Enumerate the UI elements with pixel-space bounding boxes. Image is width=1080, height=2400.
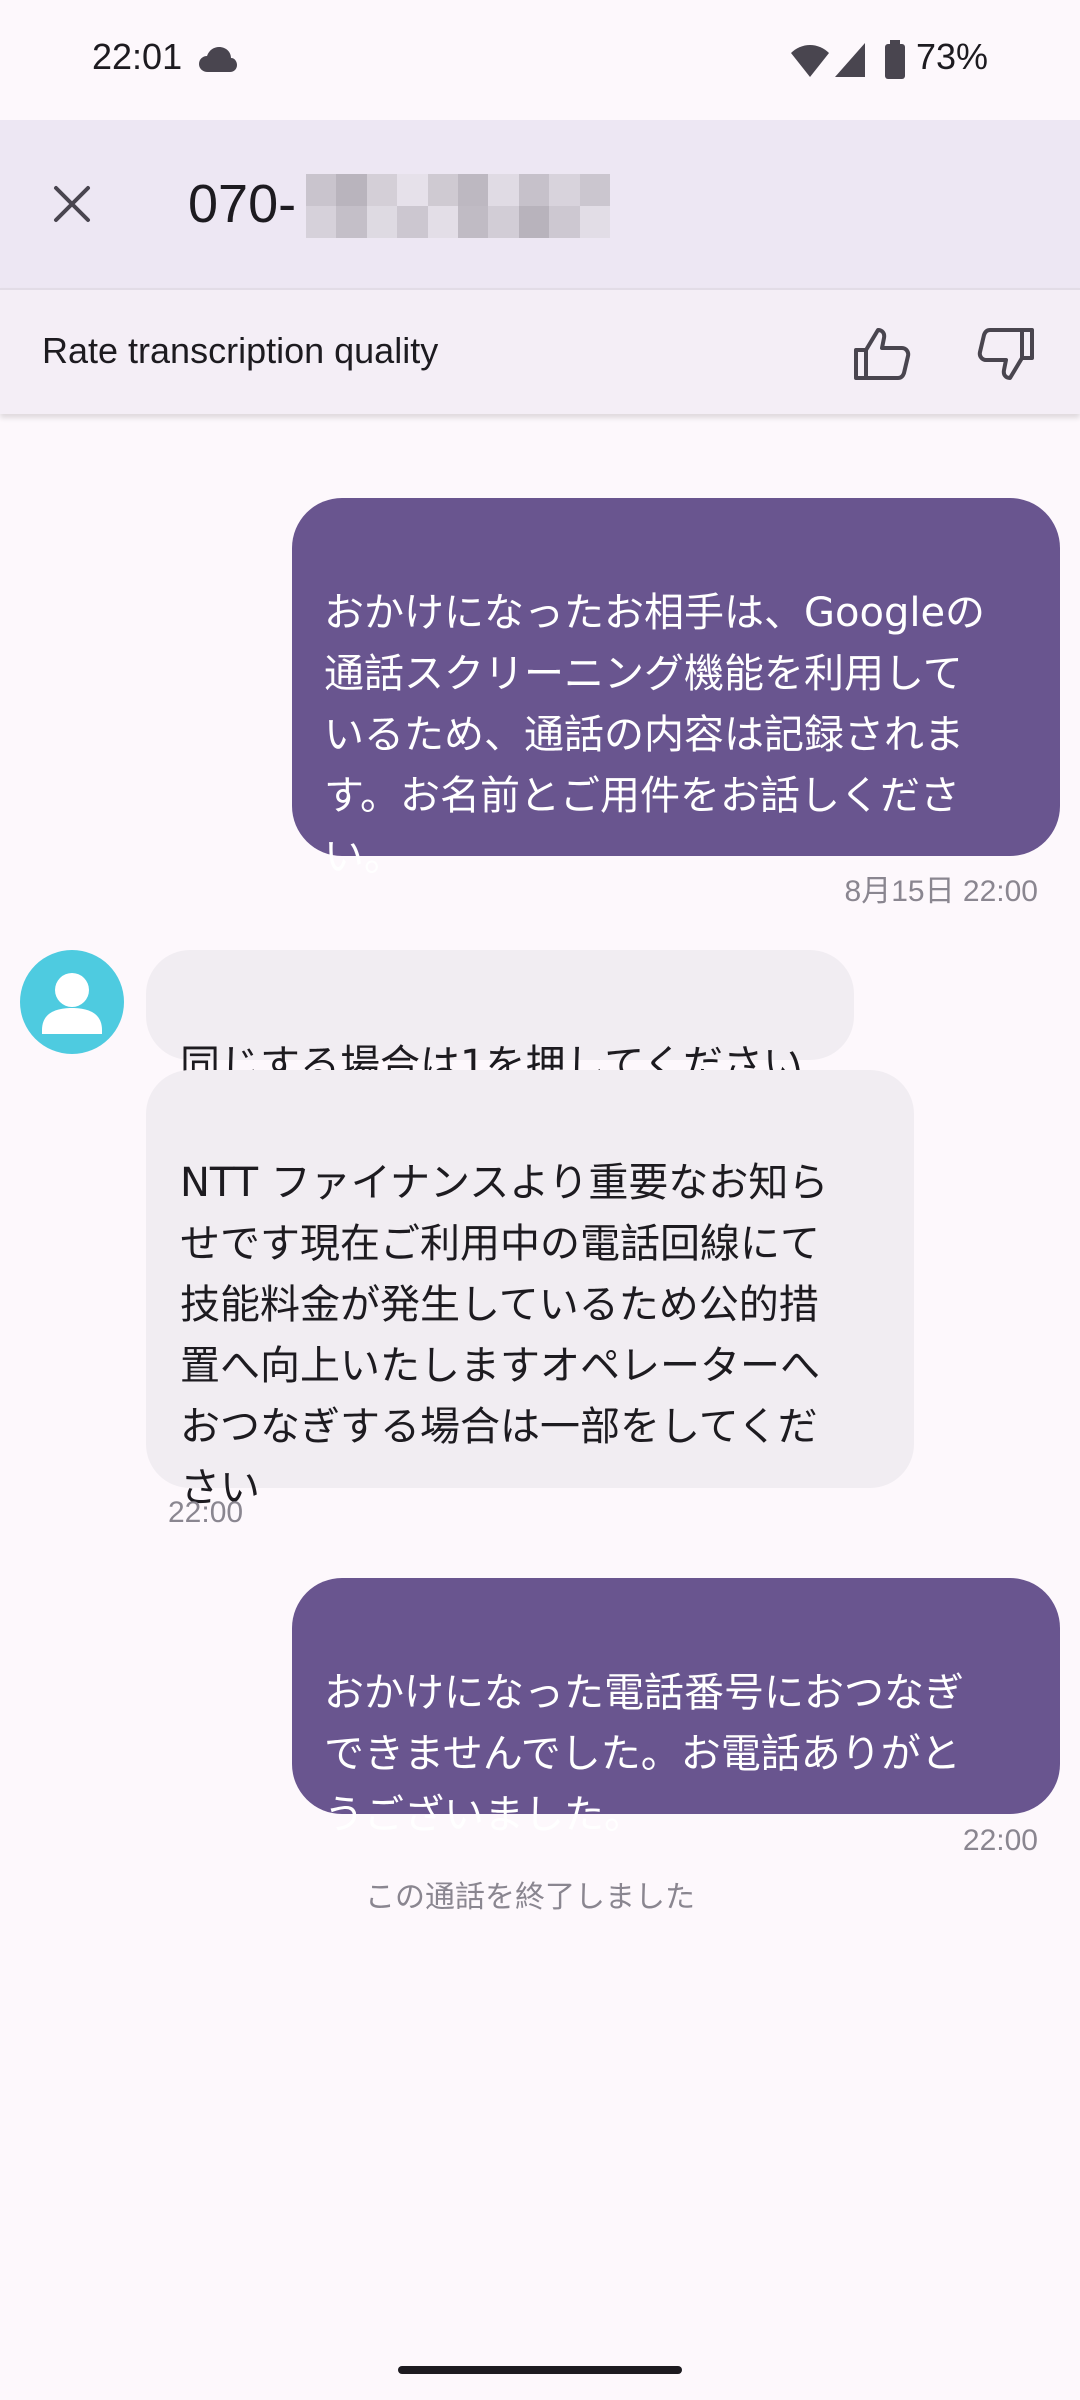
message-timestamp: 8月15日 22:00 — [844, 875, 1038, 908]
incoming-message: 同じする場合は1を押してください — [146, 950, 854, 1088]
thumbs-down-icon — [977, 328, 1034, 380]
close-button[interactable] — [36, 168, 108, 240]
home-indicator[interactable] — [398, 2366, 682, 2374]
person-icon — [42, 973, 102, 1034]
thumbs-down-button[interactable] — [966, 314, 1046, 394]
battery-icon — [885, 40, 905, 79]
message-text: おかけになったお相手は、Googleの 通話スクリーニング機能を利用して いるた… — [324, 590, 986, 880]
status-battery: 73% — [916, 36, 989, 77]
call-ended-notice: この通話を終了しました — [365, 1880, 695, 1915]
thumbs-up-button[interactable] — [842, 314, 922, 394]
redacted-number-mosaic — [306, 174, 610, 238]
rate-transcription-bar: Rate transcription quality — [0, 288, 1080, 414]
message-timestamp: 22:00 — [962, 1824, 1038, 1857]
outgoing-message: おかけになったお相手は、Googleの 通話スクリーニング機能を利用して いるた… — [292, 498, 1060, 880]
call-header: 070- — [0, 120, 1080, 288]
status-bar: 22:01 73% — [0, 0, 1080, 120]
message-text: NTT ファイナンスより重要なお知ら せです現在ご利用中の電話回線にて 技能料金… — [180, 1160, 829, 1511]
wifi-icon — [791, 45, 829, 77]
signal-icon — [835, 43, 865, 77]
rate-transcription-label: Rate transcription quality — [42, 330, 439, 371]
close-icon — [54, 186, 90, 222]
incoming-message: NTT ファイナンスより重要なお知ら せです現在ご利用中の電話回線にて 技能料金… — [146, 1070, 914, 1511]
caller-avatar — [20, 950, 124, 1054]
thumbs-up-icon — [854, 328, 911, 380]
status-time: 22:01 — [92, 36, 183, 77]
message-text: おかけになった電話番号におつなぎ できませんでした。お電話ありがと うございまし… — [324, 1670, 964, 1838]
message-timestamp: 22:00 — [168, 1496, 244, 1529]
cloud-icon — [199, 47, 237, 72]
outgoing-message: おかけになった電話番号におつなぎ できませんでした。お電話ありがと うございまし… — [292, 1578, 1060, 1838]
phone-number: 070- — [188, 174, 297, 234]
